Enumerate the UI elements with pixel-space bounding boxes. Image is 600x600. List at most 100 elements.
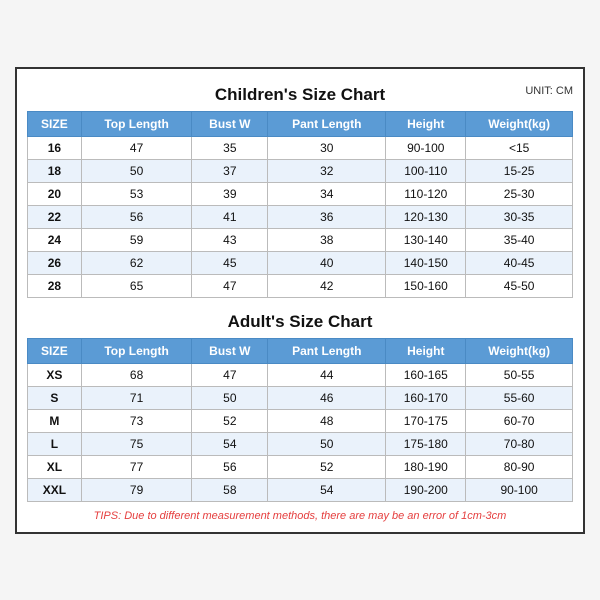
table-cell: 35 xyxy=(192,136,268,159)
table-cell: 25-30 xyxy=(466,182,573,205)
table-cell: S xyxy=(28,386,82,409)
table-cell: 40 xyxy=(268,251,386,274)
table-cell: 41 xyxy=(192,205,268,228)
chart-container: Children's Size Chart UNIT: CM SIZE Top … xyxy=(15,67,585,534)
table-cell: 53 xyxy=(81,182,192,205)
table-row: M735248170-17560-70 xyxy=(28,409,573,432)
table-cell: 62 xyxy=(81,251,192,274)
table-cell: 45-50 xyxy=(466,274,573,297)
unit-label: UNIT: CM xyxy=(525,85,573,97)
table-cell: 60-70 xyxy=(466,409,573,432)
table-cell: 56 xyxy=(192,455,268,478)
table-cell: 40-45 xyxy=(466,251,573,274)
table-cell: 22 xyxy=(28,205,82,228)
table-cell: 56 xyxy=(81,205,192,228)
adults-col-height: Height xyxy=(386,338,466,363)
table-cell: 130-140 xyxy=(386,228,466,251)
table-cell: 90-100 xyxy=(386,136,466,159)
table-cell: <15 xyxy=(466,136,573,159)
table-row: XL775652180-19080-90 xyxy=(28,455,573,478)
adults-table: SIZE Top Length Bust W Pant Length Heigh… xyxy=(27,338,573,502)
table-cell: 43 xyxy=(192,228,268,251)
table-cell: 170-175 xyxy=(386,409,466,432)
table-cell: 77 xyxy=(81,455,192,478)
table-cell: 45 xyxy=(192,251,268,274)
table-cell: 55-60 xyxy=(466,386,573,409)
table-cell: 160-165 xyxy=(386,363,466,386)
table-cell: 18 xyxy=(28,159,82,182)
table-cell: 47 xyxy=(192,274,268,297)
table-row: 28654742150-16045-50 xyxy=(28,274,573,297)
table-cell: 30-35 xyxy=(466,205,573,228)
table-cell: 190-200 xyxy=(386,478,466,501)
children-col-bust: Bust W xyxy=(192,111,268,136)
table-cell: M xyxy=(28,409,82,432)
table-cell: 58 xyxy=(192,478,268,501)
table-cell: XL xyxy=(28,455,82,478)
table-cell: 35-40 xyxy=(466,228,573,251)
children-section-title: Children's Size Chart UNIT: CM xyxy=(27,79,573,107)
table-cell: 52 xyxy=(268,455,386,478)
table-cell: 50 xyxy=(268,432,386,455)
table-cell: 71 xyxy=(81,386,192,409)
adults-col-bust: Bust W xyxy=(192,338,268,363)
table-cell: 48 xyxy=(268,409,386,432)
table-cell: L xyxy=(28,432,82,455)
table-cell: 36 xyxy=(268,205,386,228)
table-cell: 44 xyxy=(268,363,386,386)
table-cell: 24 xyxy=(28,228,82,251)
table-row: L755450175-18070-80 xyxy=(28,432,573,455)
table-cell: 42 xyxy=(268,274,386,297)
table-cell: 47 xyxy=(192,363,268,386)
table-cell: 110-120 xyxy=(386,182,466,205)
tips-text: TIPS: Due to different measurement metho… xyxy=(27,510,573,522)
children-title-text: Children's Size Chart xyxy=(215,85,385,104)
table-row: 24594338130-14035-40 xyxy=(28,228,573,251)
table-cell: 150-160 xyxy=(386,274,466,297)
children-col-size: SIZE xyxy=(28,111,82,136)
table-cell: 100-110 xyxy=(386,159,466,182)
table-row: XXL795854190-20090-100 xyxy=(28,478,573,501)
adults-header-row: SIZE Top Length Bust W Pant Length Heigh… xyxy=(28,338,573,363)
table-row: 1647353090-100<15 xyxy=(28,136,573,159)
table-cell: 16 xyxy=(28,136,82,159)
table-row: S715046160-17055-60 xyxy=(28,386,573,409)
table-row: 26624540140-15040-45 xyxy=(28,251,573,274)
table-cell: 38 xyxy=(268,228,386,251)
children-col-top-length: Top Length xyxy=(81,111,192,136)
table-row: XS684744160-16550-55 xyxy=(28,363,573,386)
table-cell: 70-80 xyxy=(466,432,573,455)
table-row: 22564136120-13030-35 xyxy=(28,205,573,228)
table-cell: 50 xyxy=(192,386,268,409)
table-cell: XS xyxy=(28,363,82,386)
table-cell: 140-150 xyxy=(386,251,466,274)
children-col-weight: Weight(kg) xyxy=(466,111,573,136)
table-cell: 68 xyxy=(81,363,192,386)
adults-section-title: Adult's Size Chart xyxy=(27,306,573,334)
table-cell: 50 xyxy=(81,159,192,182)
table-cell: 15-25 xyxy=(466,159,573,182)
table-cell: 75 xyxy=(81,432,192,455)
table-row: 18503732100-11015-25 xyxy=(28,159,573,182)
table-cell: 90-100 xyxy=(466,478,573,501)
adults-col-top-length: Top Length xyxy=(81,338,192,363)
adults-col-pant-length: Pant Length xyxy=(268,338,386,363)
table-cell: 46 xyxy=(268,386,386,409)
table-cell: 73 xyxy=(81,409,192,432)
table-cell: 50-55 xyxy=(466,363,573,386)
children-col-height: Height xyxy=(386,111,466,136)
table-cell: 28 xyxy=(28,274,82,297)
adults-title-text: Adult's Size Chart xyxy=(228,312,373,331)
children-table: SIZE Top Length Bust W Pant Length Heigh… xyxy=(27,111,573,298)
table-cell: 160-170 xyxy=(386,386,466,409)
table-row: 20533934110-12025-30 xyxy=(28,182,573,205)
table-cell: 80-90 xyxy=(466,455,573,478)
children-header-row: SIZE Top Length Bust W Pant Length Heigh… xyxy=(28,111,573,136)
table-cell: 39 xyxy=(192,182,268,205)
adults-col-size: SIZE xyxy=(28,338,82,363)
table-cell: 30 xyxy=(268,136,386,159)
table-cell: 65 xyxy=(81,274,192,297)
table-cell: 54 xyxy=(268,478,386,501)
table-cell: 52 xyxy=(192,409,268,432)
table-cell: 175-180 xyxy=(386,432,466,455)
